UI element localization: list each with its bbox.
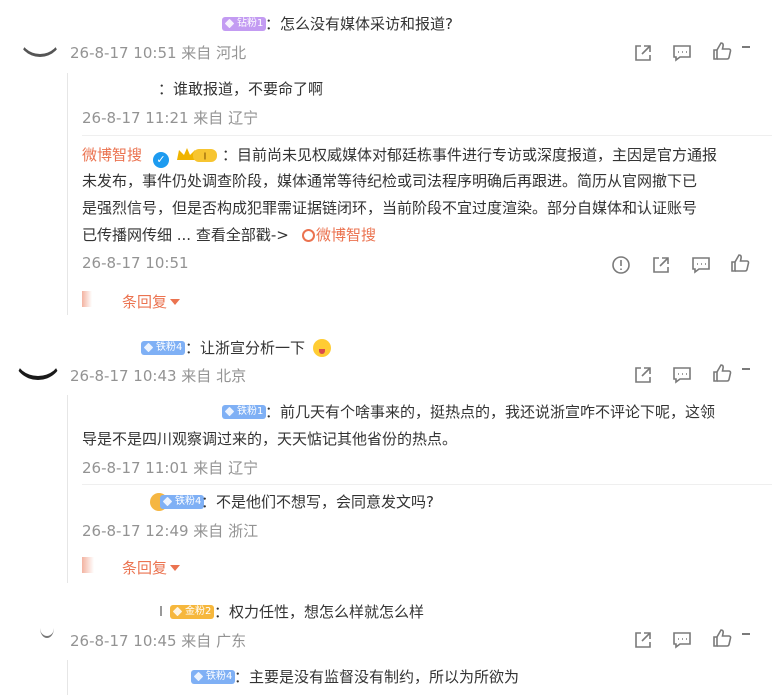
- comment-meta: 26-8-17 10:45 来自 广东: [70, 632, 247, 650]
- link-icon: [299, 226, 318, 245]
- like-icon[interactable]: [711, 40, 733, 62]
- comment-text: ：怎么没有媒体采访和报道?: [265, 15, 453, 33]
- fan-badge: 铁粉4: [191, 670, 236, 684]
- report-icon[interactable]: [610, 254, 632, 276]
- divider: [82, 484, 772, 485]
- share-icon[interactable]: [632, 364, 654, 386]
- avatar[interactable]: [40, 618, 54, 638]
- avatar-fragment: [160, 606, 162, 616]
- share-icon[interactable]: [632, 629, 654, 651]
- svg-text:I: I: [204, 152, 207, 163]
- reply-text: ：谁敢报道，不要命了啊: [158, 80, 324, 98]
- avatar[interactable]: [18, 14, 62, 57]
- avatar[interactable]: [14, 336, 62, 380]
- like-icon[interactable]: [729, 252, 751, 274]
- reply-text: ：主要是没有监督没有制约，所以为所欲为: [234, 668, 520, 686]
- comment-text: ：权力任性，想怎么样就怎么样: [214, 603, 425, 621]
- reply-text-line-2: 未发布，事件仍处调查阶段，媒体通常等待纪检或司法程序明确后再跟进。简历从官网撤下…: [82, 172, 698, 190]
- reply-author[interactable]: 微博智搜: [82, 142, 142, 168]
- reply-text-line-1: ：目前尚未见权威媒体对郁廷栋事件进行专访或深度报道，主因是官方通报: [222, 146, 718, 164]
- comment-icon[interactable]: [671, 629, 693, 651]
- comment-meta: 26-8-17 10:43 来自 北京: [70, 367, 247, 385]
- diamond-icon: [193, 671, 204, 682]
- diamond-icon: [224, 18, 235, 29]
- fan-badge: 铁粉1: [222, 405, 267, 419]
- reply-meta: 26-8-17 11:21 来自 辽宁: [82, 109, 259, 127]
- more-replies-link[interactable]: 条回复: [122, 557, 181, 578]
- chevron-down-icon: [170, 299, 181, 305]
- diamond-icon: [224, 406, 235, 417]
- diamond-icon: [172, 606, 183, 617]
- fan-badge: 铁粉4: [141, 341, 186, 355]
- reply-text-line-4[interactable]: 已传播网传细 ... 查看全部戳->: [82, 222, 289, 248]
- diamond-icon: [162, 496, 173, 507]
- more-replies-prefix: [82, 557, 94, 573]
- fan-badge: 金粉2: [170, 605, 215, 619]
- reply-meta: 26-8-17 10:51: [82, 254, 189, 272]
- reply-thread-line: [67, 660, 68, 695]
- chevron-down-icon: [170, 565, 181, 571]
- like-count: [742, 368, 750, 370]
- more-replies-link[interactable]: 条回复: [122, 291, 181, 312]
- reply-thread-line: [67, 395, 68, 583]
- share-icon[interactable]: [632, 42, 654, 64]
- emoji-icon: [313, 339, 331, 358]
- reply-meta: 26-8-17 12:49 来自 浙江: [82, 522, 259, 540]
- like-icon[interactable]: [711, 362, 733, 384]
- like-count: [742, 633, 750, 635]
- reply-text-line-2: 导是不是四川观察调过来的，天天惦记其他省份的热点。: [82, 430, 458, 448]
- divider: [82, 135, 772, 136]
- comment-meta: 26-8-17 10:51 来自 河北: [70, 44, 247, 62]
- source-link[interactable]: 微博智搜: [316, 222, 376, 248]
- reply-text-line-3: 是强烈信号，但是否构成犯罪需证据链闭环，当前阶段不宜过度渲染。部分自媒体和认证账…: [82, 199, 698, 217]
- comment-icon[interactable]: [671, 364, 693, 386]
- reply-thread-line: [67, 73, 68, 315]
- like-icon[interactable]: [711, 627, 733, 649]
- comment-text: ：让浙宣分析一下: [185, 339, 306, 357]
- comment-icon[interactable]: [671, 42, 693, 64]
- fan-badge: 铁粉4: [160, 495, 205, 509]
- like-count: [742, 46, 750, 48]
- reply-text: ：不是他们不想写，会同意发文吗?: [201, 493, 434, 511]
- reply-meta: 26-8-17 11:01 来自 辽宁: [82, 459, 259, 477]
- fan-badge: 钻粉1: [222, 17, 267, 31]
- comment-icon[interactable]: [690, 254, 712, 276]
- crown-level-icon: I: [175, 146, 219, 165]
- more-replies-prefix: [82, 291, 92, 307]
- verified-icon: ✓: [153, 146, 169, 168]
- share-icon[interactable]: [650, 254, 672, 276]
- reply-text-line-1: ：前几天有个啥事来的，挺热点的，我还说浙宣咋不评论下呢，这领: [265, 403, 716, 421]
- diamond-icon: [143, 342, 154, 353]
